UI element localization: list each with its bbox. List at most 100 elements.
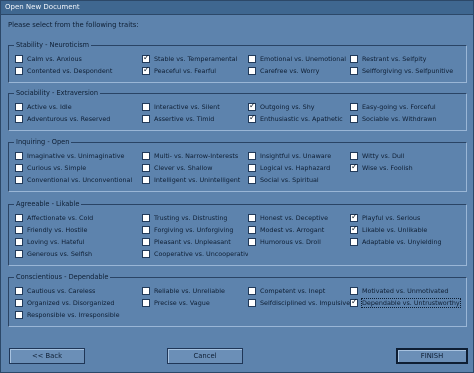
checkbox-checked-icon[interactable] — [350, 298, 358, 307]
checkbox-icon[interactable] — [248, 164, 256, 172]
trait-checkbox[interactable]: Restrant vs. Selfpity — [350, 54, 470, 64]
trait-checkbox[interactable]: Responsible vs. Irresponsible — [15, 310, 142, 320]
checkbox-icon[interactable] — [248, 226, 256, 234]
trait-checkbox[interactable]: Humorous vs. Droll — [248, 237, 350, 247]
checkbox-icon[interactable] — [15, 103, 23, 111]
trait-checkbox[interactable]: Cautious vs. Careless — [15, 286, 142, 296]
checkbox-icon[interactable] — [350, 287, 358, 295]
trait-checkbox[interactable]: Likable vs. Unlikable — [350, 225, 470, 235]
trait-checkbox[interactable]: Adventurous vs. Reserved — [15, 114, 142, 124]
checkbox-icon[interactable] — [248, 299, 256, 307]
checkbox-icon[interactable] — [15, 299, 23, 307]
trait-checkbox[interactable]: Logical vs. Haphazard — [248, 163, 350, 173]
checkbox-icon[interactable] — [350, 103, 358, 111]
checkbox-checked-icon[interactable] — [350, 213, 358, 222]
checkbox-icon[interactable] — [142, 164, 150, 172]
checkbox-icon[interactable] — [350, 55, 358, 63]
checkbox-checked-icon[interactable] — [350, 225, 358, 234]
checkbox-icon[interactable] — [15, 164, 23, 172]
checkbox-icon[interactable] — [15, 176, 23, 184]
trait-checkbox[interactable]: Witty vs. Dull — [350, 151, 470, 161]
checkbox-checked-icon[interactable] — [142, 66, 150, 75]
checkbox-icon[interactable] — [15, 214, 23, 222]
checkbox-icon[interactable] — [248, 238, 256, 246]
trait-checkbox[interactable]: Precise vs. Vague — [142, 298, 248, 308]
trait-checkbox[interactable]: Selfdisciplined vs. Impulsive — [248, 298, 350, 308]
trait-checkbox[interactable]: Interactive vs. Silent — [142, 102, 248, 112]
trait-checkbox[interactable]: Active vs. Idle — [15, 102, 142, 112]
checkbox-icon[interactable] — [142, 103, 150, 111]
checkbox-checked-icon[interactable] — [248, 114, 256, 123]
checkbox-icon[interactable] — [248, 152, 256, 160]
back-button[interactable]: << Back — [9, 348, 85, 364]
checkbox-icon[interactable] — [248, 176, 256, 184]
trait-checkbox[interactable]: Competent vs. Inept — [248, 286, 350, 296]
trait-checkbox[interactable]: Carefree vs. Worry — [248, 66, 350, 76]
trait-checkbox[interactable]: Curious vs. Simple — [15, 163, 142, 173]
checkbox-icon[interactable] — [350, 67, 358, 75]
checkbox-checked-icon[interactable] — [142, 54, 150, 63]
trait-checkbox[interactable]: Wise vs. Foolish — [350, 163, 470, 173]
trait-checkbox[interactable]: Sociable vs. Withdrawn — [350, 114, 470, 124]
trait-checkbox[interactable]: Conventional vs. Unconventional — [15, 175, 142, 185]
trait-checkbox[interactable]: Easy-going vs. Forceful — [350, 102, 470, 112]
trait-checkbox[interactable]: Outgoing vs. Shy — [248, 102, 350, 112]
trait-checkbox[interactable]: Calm vs. Anxious — [15, 54, 142, 64]
checkbox-icon[interactable] — [15, 55, 23, 63]
trait-checkbox[interactable]: Modest vs. Arrogant — [248, 225, 350, 235]
checkbox-icon[interactable] — [142, 226, 150, 234]
trait-checkbox[interactable]: Social vs. Spiritual — [248, 175, 350, 185]
checkbox-icon[interactable] — [15, 250, 23, 258]
checkbox-checked-icon[interactable] — [248, 102, 256, 111]
trait-checkbox[interactable]: Pleasant vs. Unpleasant — [142, 237, 248, 247]
checkbox-icon[interactable] — [142, 176, 150, 184]
checkbox-icon[interactable] — [142, 214, 150, 222]
trait-checkbox[interactable]: Trusting vs. Distrusting — [142, 213, 248, 223]
checkbox-icon[interactable] — [15, 311, 23, 319]
trait-checkbox[interactable]: Dependable vs. Untrustworthy — [350, 298, 470, 308]
checkbox-icon[interactable] — [15, 287, 23, 295]
checkbox-icon[interactable] — [248, 287, 256, 295]
trait-checkbox[interactable]: Emotional vs. Unemotional — [248, 54, 350, 64]
checkbox-icon[interactable] — [15, 152, 23, 160]
checkbox-icon[interactable] — [142, 238, 150, 246]
trait-checkbox[interactable]: Forgiving vs. Unforgiving — [142, 225, 248, 235]
checkbox-icon[interactable] — [350, 115, 358, 123]
checkbox-icon[interactable] — [248, 55, 256, 63]
checkbox-checked-icon[interactable] — [350, 163, 358, 172]
trait-checkbox[interactable]: Clever vs. Shallow — [142, 163, 248, 173]
checkbox-icon[interactable] — [15, 115, 23, 123]
trait-checkbox[interactable]: Reliable vs. Unreliable — [142, 286, 248, 296]
cancel-button[interactable]: Cancel — [167, 348, 243, 364]
checkbox-icon[interactable] — [142, 287, 150, 295]
checkbox-icon[interactable] — [15, 238, 23, 246]
checkbox-icon[interactable] — [142, 115, 150, 123]
checkbox-icon[interactable] — [350, 238, 358, 246]
trait-checkbox[interactable]: Friendly vs. Hostile — [15, 225, 142, 235]
trait-checkbox[interactable]: Motivated vs. Unmotivated — [350, 286, 470, 296]
checkbox-icon[interactable] — [142, 250, 150, 258]
trait-checkbox[interactable]: Playful vs. Serious — [350, 213, 470, 223]
trait-checkbox[interactable]: Organized vs. Disorganized — [15, 298, 142, 308]
trait-checkbox[interactable]: Stable vs. Temperamental — [142, 54, 248, 64]
finish-button[interactable]: FINISH — [396, 348, 468, 364]
trait-checkbox[interactable]: Selfforgiving vs. Selfpunitive — [350, 66, 470, 76]
trait-checkbox[interactable]: Assertive vs. Timid — [142, 114, 248, 124]
trait-checkbox[interactable]: Loving vs. Hateful — [15, 237, 142, 247]
checkbox-icon[interactable] — [248, 214, 256, 222]
trait-checkbox[interactable]: Generous vs. Selfish — [15, 249, 142, 259]
trait-checkbox[interactable]: Cooperative vs. Uncooperative — [142, 249, 248, 259]
trait-checkbox[interactable]: Affectionate vs. Cold — [15, 213, 142, 223]
trait-checkbox[interactable]: Honest vs. Deceptive — [248, 213, 350, 223]
checkbox-icon[interactable] — [15, 67, 23, 75]
trait-checkbox[interactable]: Contented vs. Despondent — [15, 66, 142, 76]
checkbox-icon[interactable] — [248, 67, 256, 75]
trait-checkbox[interactable]: Peaceful vs. Fearful — [142, 66, 248, 76]
trait-checkbox[interactable]: Imaginative vs. Unimaginative — [15, 151, 142, 161]
trait-checkbox[interactable]: Intelligent vs. Unintelligent — [142, 175, 248, 185]
checkbox-icon[interactable] — [350, 152, 358, 160]
trait-checkbox[interactable]: Insightful vs. Unaware — [248, 151, 350, 161]
trait-checkbox[interactable]: Adaptable vs. Unyielding — [350, 237, 470, 247]
checkbox-icon[interactable] — [142, 299, 150, 307]
trait-checkbox[interactable]: Multi- vs. Narrow-Interests — [142, 151, 248, 161]
